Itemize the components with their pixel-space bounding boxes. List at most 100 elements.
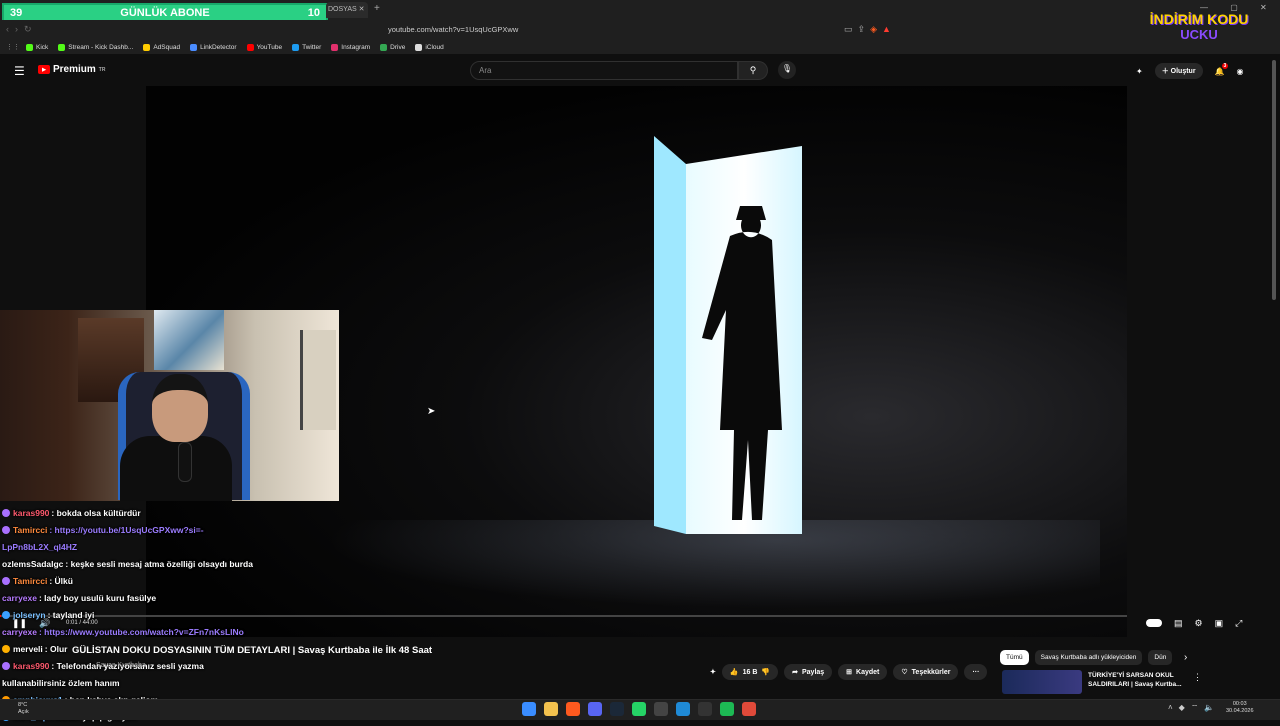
chevron-right-icon[interactable]: › <box>1184 652 1187 663</box>
search-input[interactable]: Ara <box>470 61 738 80</box>
bookmark-label: Twitter <box>302 44 321 51</box>
bookmark-item[interactable]: Kick <box>26 44 48 51</box>
windows-icon[interactable] <box>522 702 536 716</box>
whatsapp-icon[interactable] <box>632 702 646 716</box>
bookmark-item[interactable]: Stream - Kick Dashb... <box>58 44 133 51</box>
save-label: Kaydet <box>856 669 879 676</box>
obs-icon[interactable] <box>654 702 668 716</box>
share-arrow-icon: ➦ <box>792 668 798 676</box>
fullscreen-icon[interactable]: ⤢ <box>1235 618 1242 629</box>
chat-text[interactable]: LpPn8bL2X_ql4HZ <box>2 542 77 552</box>
player-controls-right: ▤ ⚙ ▣ ⤢ <box>1146 618 1242 629</box>
forward-icon[interactable]: › <box>15 24 24 34</box>
taskbar-clock[interactable]: 00:03 30.04.2026 <box>1226 701 1254 715</box>
bookmark-label: YouTube <box>257 44 283 51</box>
bookmark-item[interactable]: Instagram <box>331 44 370 51</box>
apps-grid-icon[interactable]: ⋮⋮ <box>6 43 20 51</box>
menu-icon[interactable]: ☰ <box>14 64 25 78</box>
system-tray[interactable]: ˄◆⌔🔈 <box>1168 703 1220 713</box>
speaker-icon[interactable]: 🔈 <box>1204 703 1220 712</box>
like-button[interactable]: 👍16 B👎 <box>722 664 778 680</box>
chat-text: : bokda olsa kültürdür <box>51 508 140 518</box>
weather-label: Açık <box>18 709 29 716</box>
streamer-head <box>152 374 208 442</box>
tray-app-icon[interactable]: ◆ <box>1179 703 1191 712</box>
filter-chip[interactable]: Savaş Kurtbaba adlı yükleyiciden <box>1035 650 1143 665</box>
extension-icon[interactable]: ◈ <box>870 24 882 34</box>
share-button[interactable]: ➦Paylaş <box>784 664 832 680</box>
chat-message: LpPn8bL2X_ql4HZ <box>2 539 482 556</box>
nav-buttons[interactable]: ‹›↻ <box>6 24 38 35</box>
explorer-icon[interactable] <box>544 702 558 716</box>
chat-message: carryexe: lady boy usulü kuru fasülye <box>2 590 482 607</box>
terminal-icon[interactable] <box>698 702 712 716</box>
avatar[interactable]: ◉ <box>1237 67 1244 76</box>
chat-text[interactable]: : https://youtu.be/1UsqUcGPXww?si=- <box>49 525 203 535</box>
page-scrollbar[interactable] <box>1272 60 1276 300</box>
reload-icon[interactable]: ↻ <box>24 24 38 34</box>
chat-text[interactable]: : https://www.youtube.com/watch?v=ZFn7nK… <box>39 627 244 637</box>
more-actions-button[interactable]: ··· <box>964 664 987 680</box>
chrome-icon[interactable] <box>742 702 756 716</box>
filter-chip[interactable]: Tümü <box>1000 650 1029 665</box>
chat-text: kullanabilirsiniz özlem hanım <box>2 678 120 688</box>
chat-message: jolseryn: tayland iyi <box>2 607 482 624</box>
save-button[interactable]: ⊞Kaydet <box>838 664 887 680</box>
youtube-logo[interactable]: ▶ Premium TR <box>38 64 105 75</box>
filter-chip[interactable]: Dün <box>1148 650 1172 665</box>
more-vert-icon[interactable]: ⋮ <box>1193 672 1202 683</box>
thumbs-down-icon[interactable]: 👎 <box>761 668 770 676</box>
search-icon: ⚲ <box>750 65 757 75</box>
discord-icon[interactable] <box>588 702 602 716</box>
install-icon[interactable]: ▭ <box>844 24 858 34</box>
bookmark-label: Stream - Kick Dashb... <box>68 44 133 51</box>
channel-name[interactable]: Savaş Kurtbaba <box>96 662 146 669</box>
miniplayer-icon[interactable]: ▣ <box>1215 618 1224 629</box>
chat-message: Tamircci: Ülkü <box>2 573 482 590</box>
back-icon[interactable]: ‹ <box>6 24 15 34</box>
browser-tab[interactable]: DOSYAS ✕ <box>326 2 368 18</box>
cast-action-icon[interactable]: ✦ <box>710 664 716 680</box>
url-actions[interactable]: ▭⇪◈▲ <box>844 24 896 35</box>
bookmark-item[interactable]: AdSquad <box>143 44 180 51</box>
new-tab-button[interactable]: + <box>374 3 380 14</box>
search-button[interactable]: ⚲ <box>738 61 768 80</box>
chevron-up-icon[interactable]: ˄ <box>1168 703 1179 712</box>
bookmark-item[interactable]: Twitter <box>292 44 321 51</box>
chat-badge-icon <box>2 611 10 619</box>
brave-icon[interactable] <box>566 702 580 716</box>
network-icon[interactable]: ⌔ <box>1191 703 1205 712</box>
bookmark-label: iCloud <box>425 44 443 51</box>
edge-icon[interactable] <box>676 702 690 716</box>
related-video-title[interactable]: TÜRKİYE'Yİ SARSAN OKUL SALDIRILARI | Sav… <box>1088 671 1190 689</box>
bookmark-item[interactable]: Drive <box>380 44 405 51</box>
autoplay-toggle[interactable] <box>1146 619 1162 627</box>
create-button[interactable]: ＋ Oluştur <box>1155 63 1203 79</box>
related-video-thumbnail[interactable] <box>1002 670 1082 694</box>
rewards-icon[interactable]: ▲ <box>882 24 896 34</box>
weather-widget[interactable]: 8°C Açık <box>18 702 29 716</box>
related-filter-chips: Tümü Savaş Kurtbaba adlı yükleyiciden Dün <box>1000 650 1172 665</box>
bookmark-label: LinkDetector <box>200 44 237 51</box>
voice-search-button[interactable]: 🎙 <box>778 61 796 79</box>
subtitles-icon[interactable]: ▤ <box>1174 618 1183 629</box>
clock-date: 30.04.2026 <box>1226 708 1254 715</box>
steam-icon[interactable] <box>610 702 624 716</box>
bookmark-item[interactable]: LinkDetector <box>190 44 237 51</box>
chat-badge-icon <box>2 662 10 670</box>
bookmark-item[interactable]: iCloud <box>415 44 443 51</box>
chat-username: karas990 <box>13 661 49 671</box>
settings-icon[interactable]: ⚙ <box>1195 618 1203 629</box>
clock-time: 00:03 <box>1226 701 1254 708</box>
chat-username: merveli <box>13 644 43 654</box>
microphone <box>178 442 192 482</box>
thanks-button[interactable]: ♡Teşekkürler <box>893 664 958 680</box>
notifications-button[interactable]: 🔔3 <box>1215 67 1225 76</box>
url-field[interactable]: youtube.com/watch?v=1UsqUcGPXww <box>370 22 910 38</box>
bookmark-item[interactable]: YouTube <box>247 44 283 51</box>
spotify-icon[interactable] <box>720 702 734 716</box>
bookmark-favicon-icon <box>331 44 338 51</box>
cast-icon[interactable]: ✦ <box>1136 67 1143 76</box>
share-icon[interactable]: ⇪ <box>858 24 871 34</box>
chat-username: Tamircci <box>13 576 47 586</box>
